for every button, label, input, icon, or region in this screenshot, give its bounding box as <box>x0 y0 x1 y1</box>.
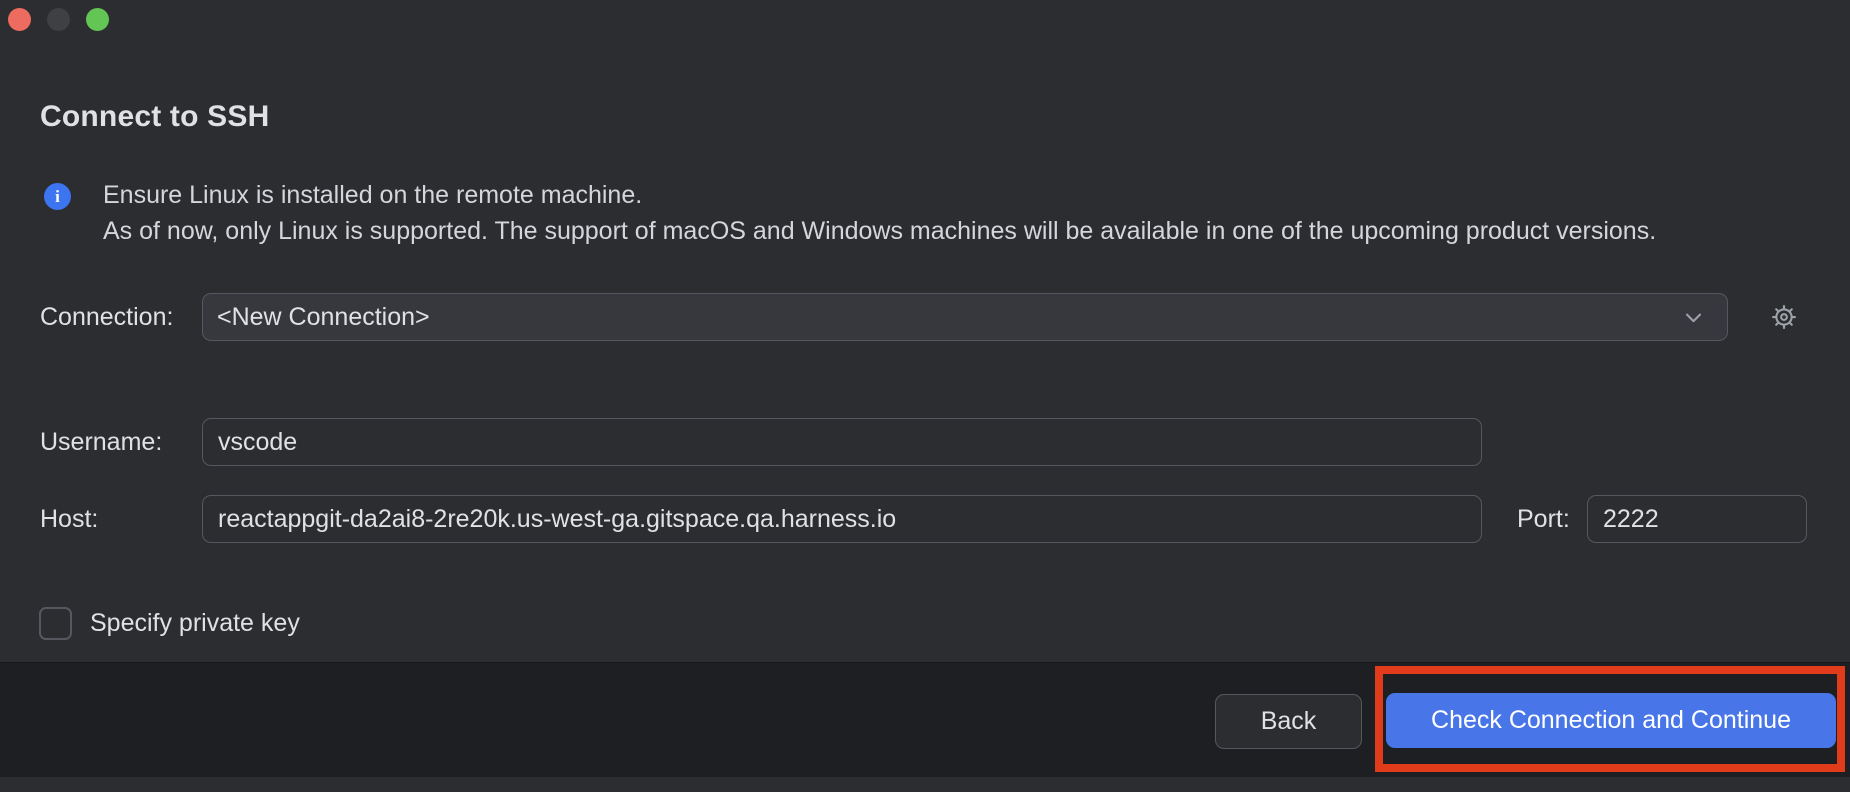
gear-icon[interactable] <box>1768 301 1800 333</box>
port-input[interactable] <box>1587 495 1807 543</box>
info-text-line1: Ensure Linux is installed on the remote … <box>103 181 642 210</box>
zoom-button[interactable] <box>86 8 109 31</box>
chevron-down-icon <box>1682 306 1705 329</box>
host-input[interactable] <box>202 495 1482 543</box>
check-connection-button[interactable]: Check Connection and Continue <box>1386 693 1836 748</box>
connection-dropdown-value: <New Connection> <box>217 303 1682 332</box>
page-title: Connect to SSH <box>40 100 269 134</box>
username-label: Username: <box>40 428 162 457</box>
window-bottom-edge <box>0 777 1850 792</box>
connect-to-ssh-dialog: Connect to SSH i Ensure Linux is install… <box>0 0 1850 792</box>
username-input[interactable] <box>202 418 1482 466</box>
specify-private-key-label[interactable]: Specify private key <box>90 609 300 638</box>
connection-dropdown[interactable]: <New Connection> <box>202 293 1728 341</box>
close-button[interactable] <box>8 8 31 31</box>
host-label: Host: <box>40 505 98 534</box>
specify-private-key-checkbox[interactable] <box>39 607 72 640</box>
info-text-line2: As of now, only Linux is supported. The … <box>103 217 1656 246</box>
back-button[interactable]: Back <box>1215 694 1362 749</box>
port-label: Port: <box>1517 505 1570 534</box>
minimize-button[interactable] <box>47 8 70 31</box>
info-icon: i <box>44 183 71 210</box>
connection-label: Connection: <box>40 303 173 332</box>
